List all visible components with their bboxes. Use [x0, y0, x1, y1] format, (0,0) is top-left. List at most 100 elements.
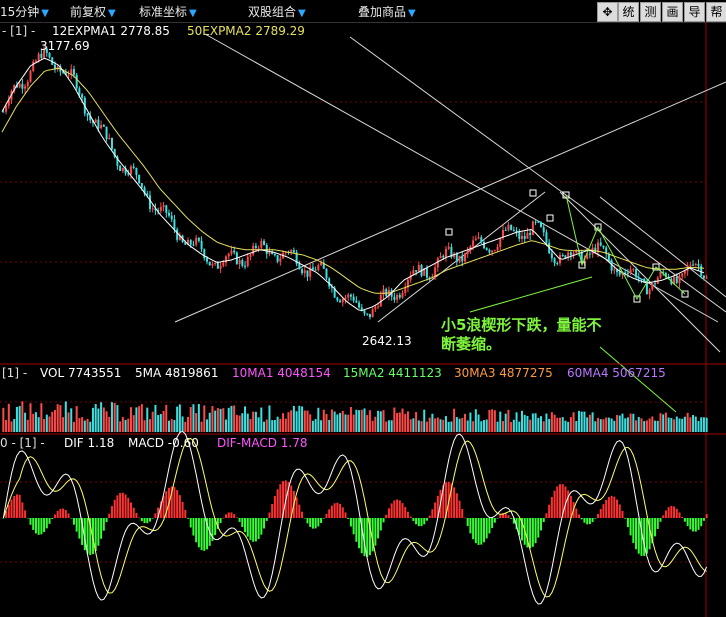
volume-bar: [512, 419, 515, 432]
volume-bar: [455, 417, 458, 432]
macd-bar: [40, 518, 43, 535]
macd-bar: [333, 503, 336, 518]
candle-body: [214, 262, 217, 264]
macd-bar: [143, 518, 146, 524]
candle-body: [518, 232, 521, 239]
macd-bar: [18, 494, 21, 518]
macd-bar: [662, 515, 665, 518]
volume-bar: [572, 412, 575, 432]
macd-bar: [263, 518, 266, 529]
volume-bar: [567, 421, 570, 432]
coord-selector[interactable]: 标准坐标 ▼: [139, 3, 197, 20]
volume-bar: [450, 421, 453, 432]
volume-bar: [154, 404, 157, 432]
candle-body: [382, 289, 385, 295]
candle-body: [173, 219, 176, 230]
macd-bar: [75, 518, 78, 532]
candle-body: [347, 294, 350, 298]
candle-body: [447, 246, 450, 249]
candle-body: [81, 94, 84, 98]
candle-body: [512, 229, 515, 231]
candle-body: [67, 74, 70, 76]
macd-bar: [382, 518, 385, 523]
volume-bar: [301, 406, 304, 432]
volume-bar: [594, 421, 597, 432]
macd-bar: [463, 517, 466, 519]
macd-bar: [624, 518, 627, 519]
volume-bar: [208, 412, 211, 432]
macd-bar: [173, 487, 176, 518]
measure-button[interactable]: 测: [640, 2, 661, 22]
volume-bar: [597, 417, 600, 432]
candle-body: [352, 296, 355, 301]
volume-bar: [325, 414, 328, 432]
volume-bar: [290, 410, 293, 432]
volume-bar: [227, 407, 230, 432]
macd-bar: [178, 495, 181, 518]
candle-body: [97, 119, 100, 129]
candle-body: [167, 212, 170, 216]
volume-bar: [102, 407, 105, 432]
macd-bar: [406, 511, 409, 518]
macd-bar: [390, 503, 393, 518]
period-selector[interactable]: 15分钟 ▼: [0, 3, 49, 20]
volume-bar: [387, 420, 390, 432]
macd-bar: [56, 511, 59, 518]
volume-bar: [241, 413, 244, 432]
help-button[interactable]: 帮: [706, 2, 726, 22]
macd-bar: [108, 513, 111, 518]
candle-body: [189, 240, 192, 245]
volume-bar: [48, 416, 51, 432]
export-button[interactable]: 导: [684, 2, 705, 22]
macd-bar: [309, 518, 312, 527]
candle-body: [363, 310, 366, 314]
volume-bar: [29, 403, 32, 432]
macd-bar: [529, 518, 532, 549]
macd-bar: [121, 492, 124, 518]
volume-bar: [322, 409, 325, 432]
candle-body: [341, 299, 344, 303]
volume-bar: [648, 418, 651, 432]
move-icon[interactable]: ✥: [597, 2, 618, 22]
macd-bar: [488, 518, 491, 534]
annotation-line-1: 小5浪楔形下跌，量能不: [441, 316, 602, 334]
candlesticks: [2, 46, 708, 320]
volume-bar: [632, 413, 635, 432]
macd-bar: [257, 518, 260, 540]
macd-bar: [2, 518, 5, 519]
volume-bar: [550, 412, 553, 432]
candle-body: [398, 294, 401, 298]
macd-bar: [401, 503, 404, 518]
macd-bar: [184, 510, 187, 518]
dual-stock-selector[interactable]: 双股组合 ▼: [248, 3, 306, 20]
macd-bar: [102, 518, 105, 531]
macd-bar: [252, 518, 255, 542]
macd-bar: [700, 518, 703, 527]
volume-bar: [461, 418, 464, 432]
volume-bar: [431, 413, 434, 432]
overlay-selector[interactable]: 叠加商品 ▼: [358, 3, 416, 20]
macd-bar: [124, 494, 127, 518]
candle-body: [192, 244, 195, 246]
volume-bar: [157, 415, 160, 432]
volume-bar: [276, 416, 279, 432]
macd-bar: [667, 507, 670, 518]
macd-bar: [176, 490, 179, 518]
macd-bar: [588, 518, 591, 525]
adjust-selector[interactable]: 前复权 ▼: [70, 3, 116, 20]
stats-button[interactable]: 统: [618, 2, 639, 22]
volume-bar: [254, 411, 257, 432]
volume-bar: [97, 408, 100, 432]
trendline: [349, 36, 726, 313]
volume-bar: [363, 408, 366, 432]
volume-bar: [515, 412, 518, 432]
volume-bar: [314, 419, 317, 432]
volume-bar: [140, 404, 143, 432]
macd-bar: [423, 518, 426, 525]
candle-body: [472, 240, 475, 247]
draw-button[interactable]: 画: [662, 2, 683, 22]
volume-bar: [586, 417, 589, 432]
candle-body: [325, 268, 328, 279]
volume-bar: [607, 417, 610, 432]
candle-body: [314, 269, 317, 271]
